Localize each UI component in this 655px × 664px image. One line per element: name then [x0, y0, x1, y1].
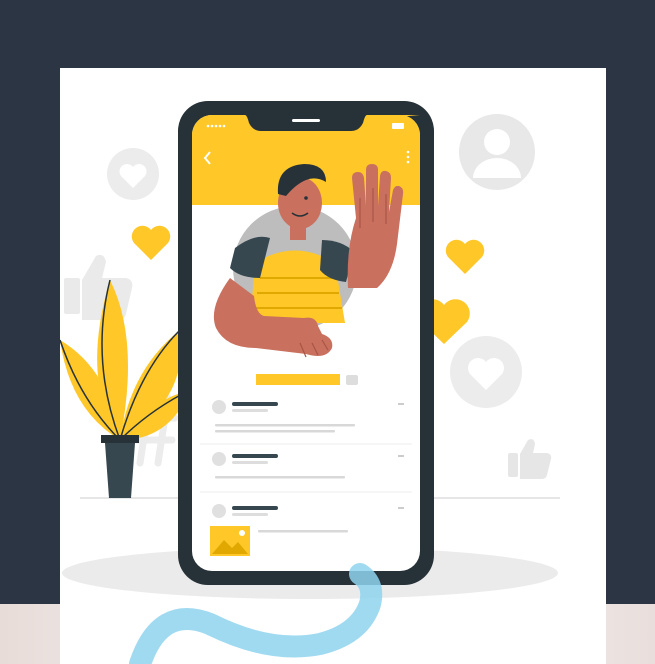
heart-icon [107, 148, 159, 200]
illustration-svg [60, 101, 560, 664]
phone [178, 101, 434, 585]
more-button [346, 375, 358, 385]
thumbs-up-icon [508, 439, 552, 479]
heart-icon [450, 336, 522, 408]
image-icon [210, 526, 250, 556]
illustration-panel [60, 68, 606, 664]
heart-icon [131, 225, 171, 260]
thumbs-up-icon [64, 254, 133, 320]
user-icon [459, 114, 535, 190]
name-bar [256, 374, 340, 385]
heart-icon [445, 239, 485, 274]
